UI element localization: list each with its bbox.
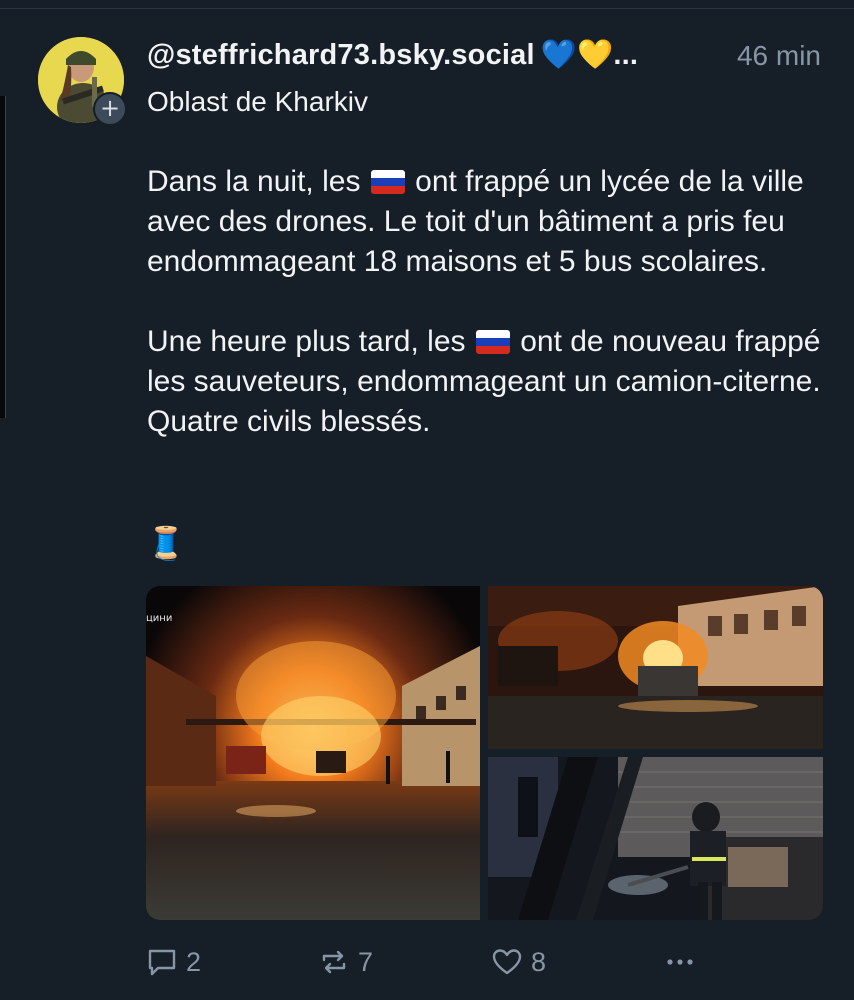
- post-body: Dans la nuit, les ont frappé un lycée de…: [147, 162, 832, 442]
- reply-count: 2: [186, 946, 202, 977]
- speech-bubble-icon: [148, 949, 176, 976]
- image-firefighter[interactable]: [488, 757, 823, 920]
- firefighter-illustration: [488, 757, 823, 920]
- repost-arrows-icon: [322, 950, 346, 974]
- image-burning-vehicles[interactable]: [488, 586, 823, 749]
- paragraph-1: Dans la nuit, les ont frappé un lycée de…: [147, 165, 804, 278]
- plus-icon: +: [99, 94, 121, 122]
- heart-icon: [492, 949, 522, 975]
- burning-vehicles-illustration: [488, 586, 823, 749]
- author-handle[interactable]: @steffrichard73.bsky.social 💙💛...: [147, 38, 638, 72]
- top-divider: [0, 8, 854, 9]
- fire-courtyard-illustration: [146, 586, 480, 920]
- repost-count: 7: [358, 946, 374, 977]
- image-overlay-text: цини: [146, 613, 173, 624]
- like-button[interactable]: 8: [491, 944, 546, 980]
- handle-suffix: 💙💛...: [540, 39, 639, 71]
- follow-button[interactable]: +: [93, 92, 127, 126]
- repost-button[interactable]: 7: [318, 944, 373, 980]
- handle-text: @steffrichard73.bsky.social: [147, 39, 535, 71]
- more-options-button[interactable]: [664, 944, 704, 980]
- like-count: 8: [531, 946, 547, 977]
- reply-button[interactable]: 2: [146, 944, 201, 980]
- paragraph-2: Une heure plus tard, les ont de nouveau …: [147, 325, 821, 438]
- image-fire-courtyard[interactable]: цини: [146, 586, 480, 920]
- russia-flag-icon: [475, 330, 510, 354]
- thread-spool-icon: 🧵: [146, 525, 186, 561]
- scroll-edge: [0, 96, 6, 418]
- author-display-name: Oblast de Kharkiv: [147, 86, 368, 117]
- russia-flag-icon: [370, 170, 405, 194]
- ellipsis-icon: [667, 959, 693, 965]
- post-timestamp[interactable]: 46 min: [737, 40, 821, 72]
- post-actions: 2 7 8: [146, 944, 836, 984]
- media-grid: цини: [146, 586, 823, 920]
